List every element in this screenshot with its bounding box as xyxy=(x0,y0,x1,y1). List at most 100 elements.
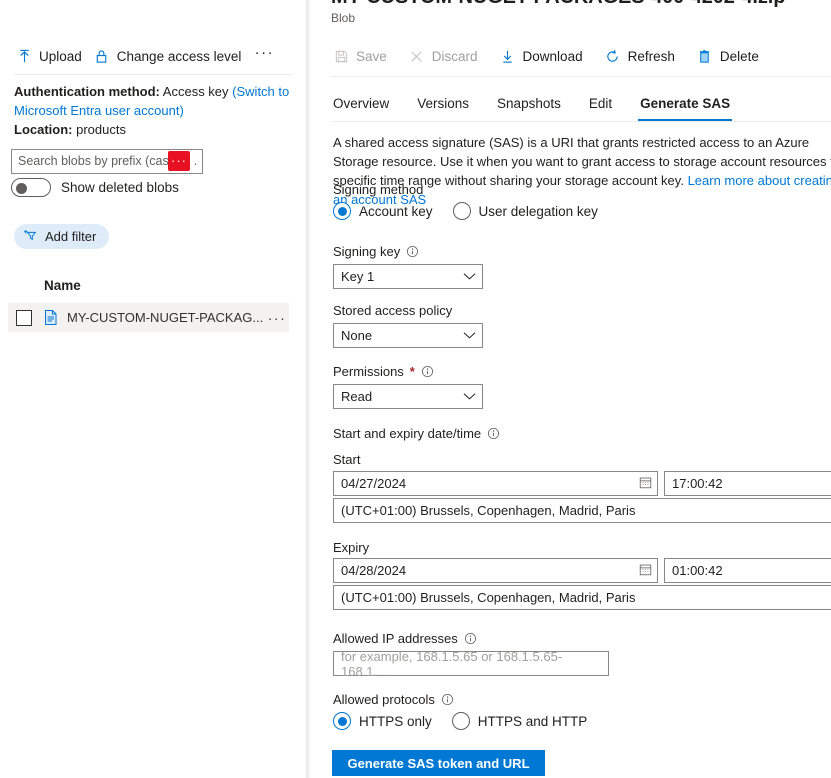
radio-user-delegation-key-label: User delegation key xyxy=(478,203,598,219)
signing-key-value: Key 1 xyxy=(341,269,375,284)
permissions-value: Read xyxy=(341,389,373,404)
download-label: Download xyxy=(522,48,583,64)
stored-access-policy-select[interactable]: None xyxy=(333,323,483,348)
radio-user-delegation-key-indicator[interactable] xyxy=(452,202,471,220)
calendar-icon[interactable] xyxy=(639,476,652,492)
radio-account-key-indicator[interactable] xyxy=(333,202,351,220)
info-icon[interactable] xyxy=(441,693,454,706)
stored-access-policy-value: None xyxy=(341,328,373,343)
blob-name-cell[interactable]: MY-CUSTOM-NUGET-PACKAG... xyxy=(67,310,265,325)
required-indicator: * xyxy=(409,364,415,379)
blob-tabs: Overview Versions Snapshots Edit Generat… xyxy=(331,88,744,121)
start-time-input[interactable]: 17:00:42 xyxy=(664,471,831,496)
allowed-protocols-radio-group: HTTPS only HTTPS and HTTP xyxy=(333,712,607,730)
save-label: Save xyxy=(356,48,387,64)
add-filter-button[interactable]: Add filter xyxy=(14,224,110,249)
allowed-protocols-label-row: Allowed protocols xyxy=(333,692,607,707)
start-date-input[interactable]: 04/27/2024 xyxy=(333,471,658,496)
location-value: products xyxy=(76,122,126,137)
date-time-section-label: Start and expiry date/time xyxy=(333,426,482,441)
chevron-down-icon xyxy=(463,328,476,343)
tab-snapshots[interactable]: Snapshots xyxy=(483,88,575,121)
allowed-protocols-label: Allowed protocols xyxy=(333,692,435,707)
location-label: Location: xyxy=(14,122,73,137)
info-icon[interactable] xyxy=(406,245,419,258)
radio-https-and-http-indicator[interactable] xyxy=(451,712,470,730)
discard-icon xyxy=(409,48,425,64)
show-deleted-blobs-label: Show deleted blobs xyxy=(61,180,179,195)
start-timezone-select[interactable]: (UTC+01:00) Brussels, Copenhagen, Madrid… xyxy=(333,498,831,523)
blob-toolbar-divider xyxy=(331,76,831,77)
permissions-select[interactable]: Read xyxy=(333,384,483,409)
tab-versions[interactable]: Versions xyxy=(403,88,483,121)
expiry-label-wrap: Expiry xyxy=(333,540,369,559)
permissions-label: Permissions xyxy=(333,364,404,379)
generate-sas-button[interactable]: Generate SAS token and URL xyxy=(332,750,545,776)
save-button[interactable]: Save xyxy=(331,42,397,70)
refresh-button[interactable]: Refresh xyxy=(603,42,685,70)
table-row[interactable]: MY-CUSTOM-NUGET-PACKAG... ··· xyxy=(8,303,289,332)
location-line: Location: products xyxy=(14,120,290,139)
container-overflow-menu-button[interactable]: ··· xyxy=(251,42,277,70)
upload-button[interactable]: Upload xyxy=(14,42,92,70)
allowed-ip-input[interactable]: for example, 168.1.5.65 or 168.1.5.65-16… xyxy=(333,649,609,679)
tab-generate-sas[interactable]: Generate SAS xyxy=(626,88,744,121)
row-context-menu-button[interactable]: ··· xyxy=(265,311,289,325)
radio-https-and-http[interactable]: HTTPS and HTTP xyxy=(451,712,588,730)
allowed-ip-label: Allowed IP addresses xyxy=(333,631,458,646)
chevron-down-icon xyxy=(463,269,476,284)
signing-method-radio-group: Account key User delegation key xyxy=(333,202,618,220)
info-icon[interactable] xyxy=(421,365,434,378)
delete-label: Delete xyxy=(719,48,759,64)
expiry-time-value: 01:00:42 xyxy=(672,563,723,578)
search-placeholder-head: Search blobs by prefix (cas xyxy=(18,154,169,168)
column-header-name[interactable]: Name xyxy=(44,278,81,293)
toggle-knob xyxy=(16,183,27,194)
download-button[interactable]: Download xyxy=(498,42,593,70)
add-filter-label: Add filter xyxy=(45,229,97,244)
date-time-section-label-row: Start and expiry date/time xyxy=(333,426,500,441)
radio-account-key[interactable]: Account key xyxy=(333,202,433,220)
expiry-timezone-value: (UTC+01:00) Brussels, Copenhagen, Madrid… xyxy=(341,590,636,605)
expiry-time-input[interactable]: 01:00:42 xyxy=(664,558,831,583)
discard-button[interactable]: Discard xyxy=(407,42,488,70)
delete-button[interactable]: Delete xyxy=(695,42,769,70)
signing-key-label: Signing key xyxy=(333,244,401,259)
permissions-section: Permissions * Read xyxy=(333,364,483,409)
signing-key-select[interactable]: Key 1 xyxy=(333,264,483,289)
expiry-label: Expiry xyxy=(333,540,370,555)
date-time-section: Start and expiry date/time xyxy=(333,426,500,446)
change-access-level-button[interactable]: Change access level xyxy=(92,42,252,70)
blob-container-panel: Upload Change access level ··· Authentic… xyxy=(0,0,306,778)
search-placeholder-tail: . xyxy=(193,154,198,168)
change-access-level-label: Change access level xyxy=(116,48,242,64)
upload-icon xyxy=(16,48,32,64)
radio-https-and-http-label: HTTPS and HTTP xyxy=(477,713,588,729)
start-timezone-value: (UTC+01:00) Brussels, Copenhagen, Madrid… xyxy=(341,503,636,518)
stored-access-policy-section: Stored access policy None xyxy=(333,303,483,348)
signing-key-label-row: Signing key xyxy=(333,244,483,259)
allowed-protocols-section: Allowed protocols HTTPS only HTTPS and H… xyxy=(333,692,607,730)
page-title: MY-CUSTOM-NUGET-PACKAGES-400-4202-4.zip xyxy=(331,0,785,9)
radio-user-delegation-key[interactable]: User delegation key xyxy=(452,202,598,220)
tab-overview[interactable]: Overview xyxy=(331,88,403,121)
start-time-value: 17:00:42 xyxy=(672,476,723,491)
radio-https-only[interactable]: HTTPS only xyxy=(333,712,432,730)
radio-account-key-label: Account key xyxy=(359,203,433,219)
container-metadata: Authentication method: Access key (Switc… xyxy=(14,82,290,139)
stored-access-policy-label: Stored access policy xyxy=(333,303,453,318)
save-icon xyxy=(333,48,349,64)
show-deleted-blobs-toggle[interactable] xyxy=(11,178,51,197)
expiry-timezone-select[interactable]: (UTC+01:00) Brussels, Copenhagen, Madrid… xyxy=(333,585,831,610)
expiry-date-input[interactable]: 04/28/2024 xyxy=(333,558,658,583)
chevron-down-icon xyxy=(463,389,476,404)
tab-edit[interactable]: Edit xyxy=(575,88,626,121)
info-icon[interactable] xyxy=(487,427,500,440)
authentication-method-label: Authentication method: xyxy=(14,84,160,99)
calendar-icon[interactable] xyxy=(639,563,652,579)
refresh-label: Refresh xyxy=(627,48,675,64)
refresh-icon xyxy=(605,48,621,64)
radio-https-only-indicator[interactable] xyxy=(333,712,351,730)
info-icon[interactable] xyxy=(464,632,477,645)
row-checkbox[interactable] xyxy=(16,309,32,326)
